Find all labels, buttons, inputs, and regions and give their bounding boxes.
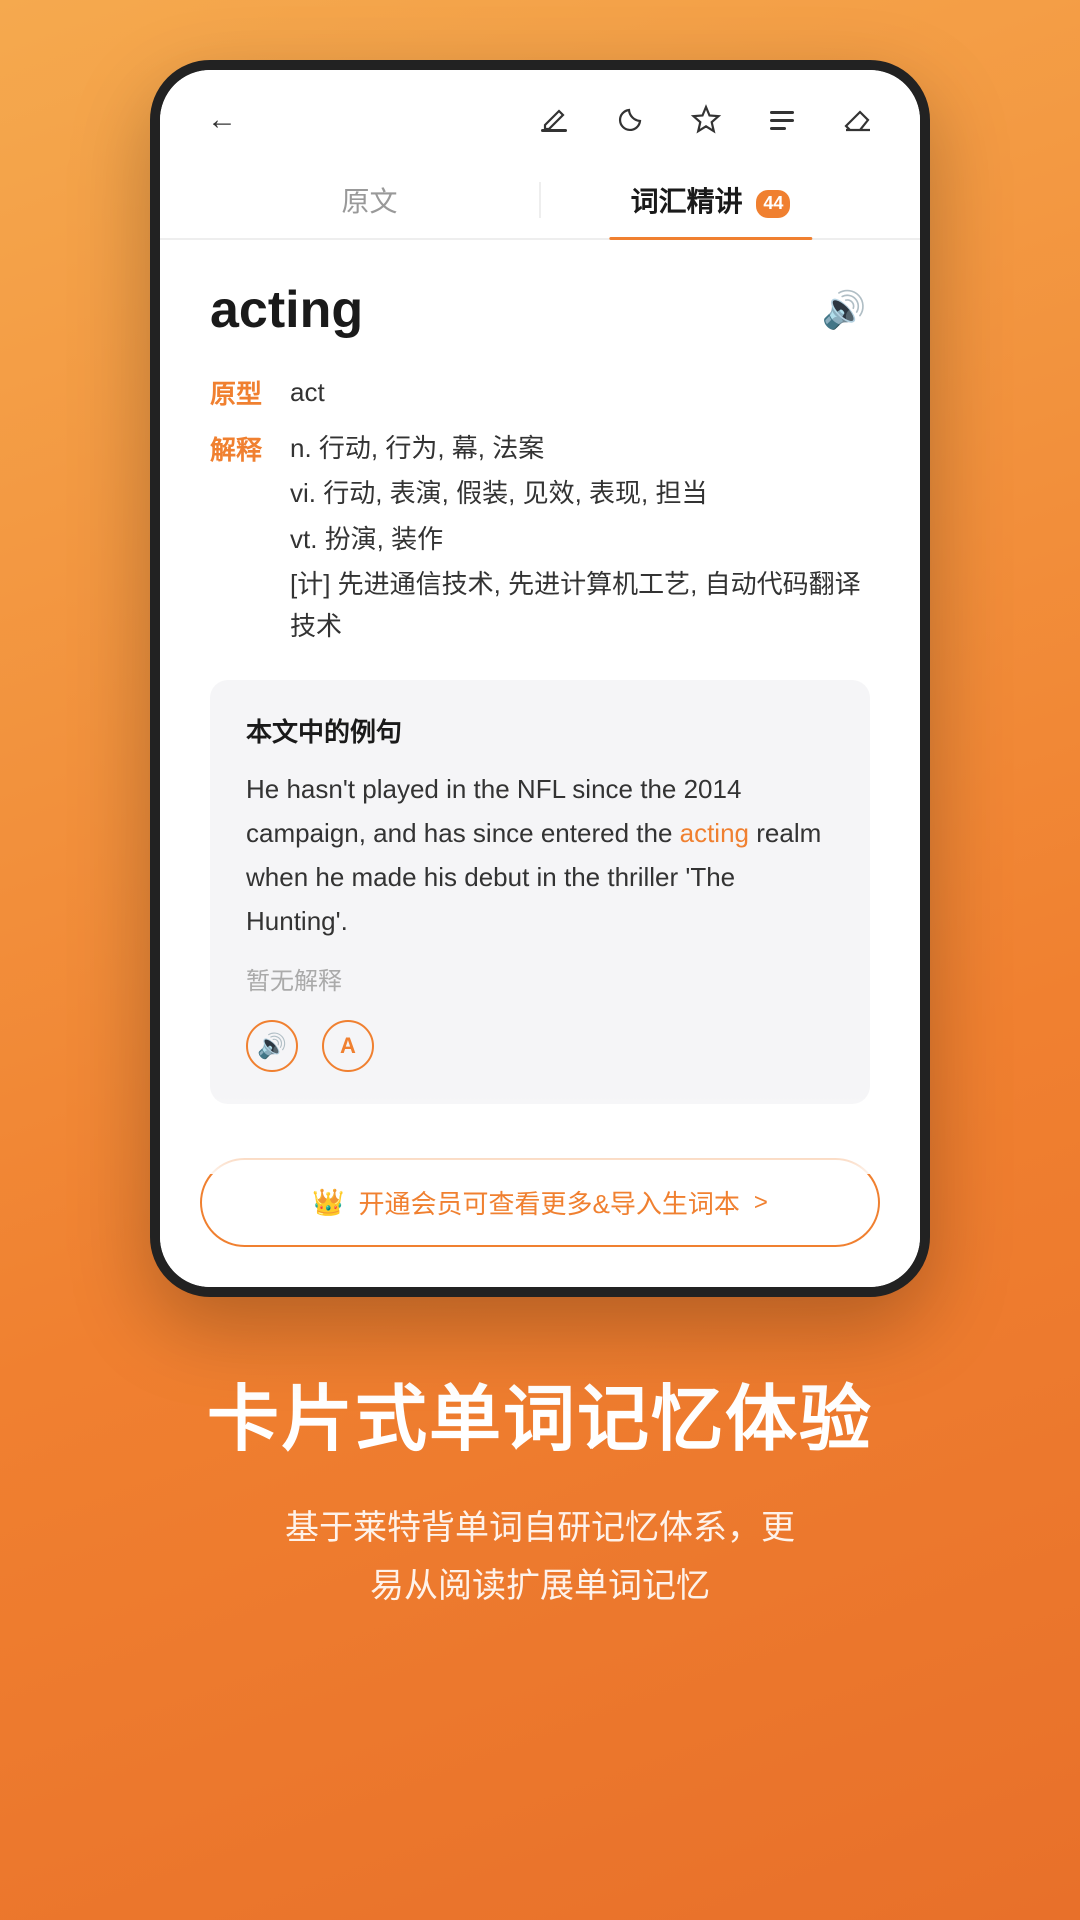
promo-title: 卡片式单词记忆体验 — [207, 1377, 873, 1463]
vip-button[interactable]: 👑 开通会员可查看更多&导入生词本 > — [200, 1158, 880, 1247]
example-title: 本文中的例句 — [246, 712, 834, 749]
top-bar: ← — [160, 70, 920, 162]
dictionary-content: acting 🔊 原型 act 解释 n. 行动, 行为, 幕, 法案 vi. … — [160, 240, 920, 1134]
vip-button-label: 开通会员可查看更多&导入生词本 — [359, 1184, 740, 1221]
speaker-icon: 🔊 — [822, 289, 867, 331]
moon-icon-button[interactable] — [608, 98, 652, 142]
meaning-0: n. 行动, 行为, 幕, 法案 — [290, 428, 870, 470]
promo-subtitle: 基于莱特背单词自研记忆体系，更易从阅读扩展单词记忆 — [207, 1500, 873, 1616]
promo-section: 卡片式单词记忆体验 基于莱特背单词自研记忆体系，更易从阅读扩展单词记忆 — [147, 1297, 933, 1715]
example-actions: 🔊 A — [246, 1020, 834, 1072]
edit-icon-button[interactable] — [532, 98, 576, 142]
eraser-icon — [840, 102, 876, 138]
word-title: acting — [210, 280, 363, 340]
back-arrow-icon: ← — [207, 103, 237, 137]
root-row: 原型 act — [210, 372, 870, 414]
word-row: acting 🔊 — [210, 280, 870, 340]
example-before: He hasn't played in the NFL since the 20… — [246, 774, 741, 848]
tab-bar: 原文 词汇精讲 44 — [160, 162, 920, 240]
list-icon-button[interactable] — [760, 98, 804, 142]
example-highlight: acting — [680, 818, 749, 848]
example-note: 暂无解释 — [246, 961, 834, 996]
example-text: He hasn't played in the NFL since the 20… — [246, 767, 834, 944]
vocabulary-badge: 44 — [756, 190, 790, 218]
bottom-bar: 👑 开通会员可查看更多&导入生词本 > — [160, 1134, 920, 1287]
edit-icon — [537, 103, 571, 137]
meaning-2: vt. 扮演, 装作 — [290, 519, 870, 561]
meaning-values: n. 行动, 行为, 幕, 法案 vi. 行动, 表演, 假装, 见效, 表现,… — [290, 428, 870, 652]
meaning-1: vi. 行动, 表演, 假装, 见效, 表现, 担当 — [290, 473, 870, 515]
moon-icon — [614, 104, 646, 136]
star-icon — [689, 103, 723, 137]
chevron-right-icon: > — [754, 1189, 768, 1217]
example-speaker-icon: 🔊 — [257, 1032, 287, 1061]
example-speaker-button[interactable]: 🔊 — [246, 1020, 298, 1072]
example-translate-button[interactable]: A — [322, 1020, 374, 1072]
root-value: act — [290, 372, 870, 414]
tab-vocabulary[interactable]: 词汇精讲 44 — [541, 162, 880, 238]
meaning-label: 解释 — [210, 428, 290, 467]
root-label: 原型 — [210, 372, 290, 411]
crown-icon: 👑 — [312, 1187, 344, 1218]
list-icon — [765, 103, 799, 137]
meaning-3: [计] 先进通信技术, 先进计算机工艺, 自动代码翻译技术 — [290, 564, 870, 647]
star-icon-button[interactable] — [684, 98, 728, 142]
speaker-button[interactable]: 🔊 — [818, 284, 870, 336]
meaning-row: 解释 n. 行动, 行为, 幕, 法案 vi. 行动, 表演, 假装, 见效, … — [210, 428, 870, 652]
tab-original[interactable]: 原文 — [200, 162, 539, 238]
example-box: 本文中的例句 He hasn't played in the NFL since… — [210, 680, 870, 1105]
eraser-icon-button[interactable] — [836, 98, 880, 142]
back-button[interactable]: ← — [200, 98, 244, 142]
phone-frame: ← — [150, 60, 930, 1297]
example-translate-icon: A — [340, 1033, 356, 1059]
